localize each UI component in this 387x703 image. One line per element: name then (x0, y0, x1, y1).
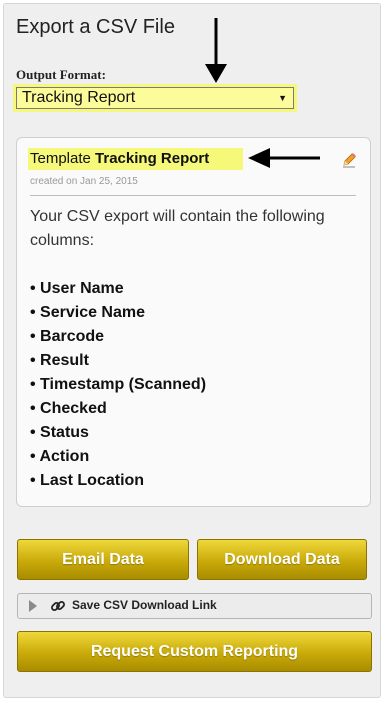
caret-down-icon: ▼ (278, 93, 287, 103)
divider (30, 195, 356, 196)
column-item: • Last Location (30, 472, 145, 489)
template-title: Template Tracking Report (30, 150, 209, 167)
triangle-right-icon (29, 600, 37, 612)
save-csv-download-link[interactable]: Save CSV Download Link (17, 593, 372, 619)
column-item: • Barcode (30, 328, 105, 345)
column-item: • Status (30, 424, 89, 441)
pencil-icon[interactable] (341, 152, 357, 168)
column-item: • User Name (30, 280, 124, 297)
template-description: Your CSV export will contain the followi… (30, 208, 325, 249)
page-title: Export a CSV File (16, 16, 175, 38)
column-item: • Checked (30, 400, 107, 417)
annotation-arrow-down (205, 18, 227, 83)
annotation-arrow-left (248, 148, 320, 168)
output-format-select[interactable]: Tracking Report ▼ (16, 87, 294, 109)
column-item: • Action (30, 448, 90, 465)
template-prefix: Template (30, 150, 91, 167)
column-item: • Result (30, 352, 89, 369)
request-custom-reporting-button[interactable]: Request Custom Reporting (17, 631, 372, 672)
output-format-value: Tracking Report (22, 89, 136, 106)
email-data-button[interactable]: Email Data (17, 539, 189, 580)
save-link-label: Save CSV Download Link (72, 598, 217, 612)
template-created-date: created on Jan 25, 2015 (30, 176, 138, 187)
download-data-button[interactable]: Download Data (197, 539, 367, 580)
column-list: • User Name • Service Name • Barcode • R… (30, 280, 206, 496)
column-item: • Timestamp (Scanned) (30, 376, 207, 393)
chain-link-icon (51, 601, 65, 611)
output-format-label: Output Format: (16, 67, 106, 82)
column-item: • Service Name (30, 304, 146, 321)
template-name: Tracking Report (95, 150, 210, 167)
